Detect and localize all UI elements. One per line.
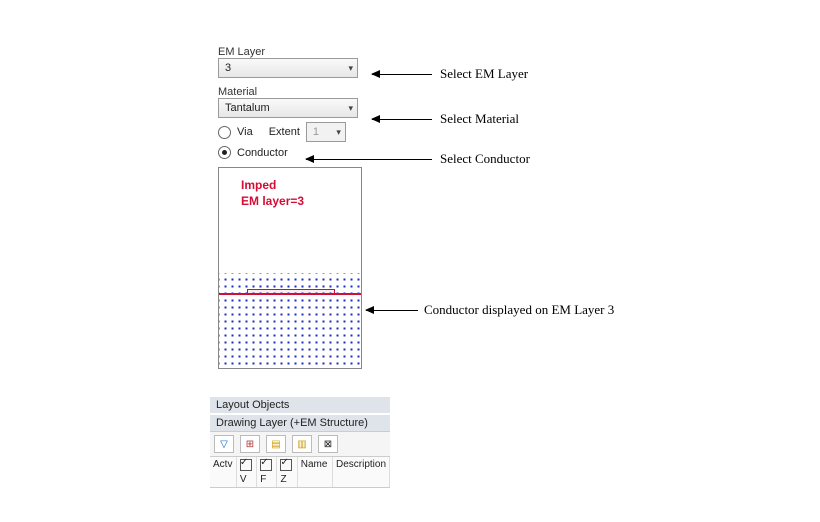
drawing-layer-header: Drawing Layer (+EM Structure): [210, 415, 390, 431]
em-layer-value: 3: [225, 62, 231, 74]
col-actv: Actv: [210, 457, 237, 487]
annotation-em-layer: Select EM Layer: [440, 66, 528, 82]
col-v: V: [237, 457, 257, 487]
col-z: Z: [277, 457, 297, 487]
em-settings-panel: EM Layer 3 ▾ Material Tantalum ▾ Via Ext…: [218, 40, 388, 369]
toolbar-btn-5[interactable]: ⊠: [318, 435, 338, 453]
via-radio[interactable]: [218, 126, 231, 139]
chevron-down-icon: ▾: [348, 103, 353, 114]
filter-icon[interactable]: ▽: [214, 435, 234, 453]
extent-label: Extent: [269, 126, 300, 138]
col-name: Name: [298, 457, 333, 487]
toolbar-btn-3[interactable]: ▤: [266, 435, 286, 453]
col-f: F: [257, 457, 277, 487]
layout-objects-header: Layout Objects: [210, 397, 390, 413]
conductor-label: Conductor: [237, 147, 288, 159]
material-label: Material: [218, 86, 388, 98]
layout-toolbar: ▽ ⊞ ▤ ▥ ⊠: [210, 431, 390, 457]
extent-dropdown[interactable]: 1 ▾: [306, 122, 346, 142]
arrow-em-layer: [372, 74, 432, 75]
canvas-text-imped: Imped: [241, 178, 276, 192]
material-value: Tantalum: [225, 102, 270, 114]
layout-objects-panel: Layout Objects Drawing Layer (+EM Struct…: [210, 395, 390, 488]
chevron-down-icon: ▾: [336, 127, 341, 138]
chevron-down-icon: ▾: [348, 63, 353, 74]
via-label: Via: [237, 126, 253, 138]
canvas-text-emlayer: EM layer=3: [241, 194, 304, 208]
toolbar-btn-2[interactable]: ⊞: [240, 435, 260, 453]
annotation-conductor: Select Conductor: [440, 151, 530, 167]
conductor-shape: [247, 289, 335, 295]
arrow-conductor: [306, 159, 432, 160]
extent-value: 1: [313, 126, 319, 138]
arrow-material: [372, 119, 432, 120]
annotation-canvas-conductor: Conductor displayed on EM Layer 3: [424, 302, 614, 318]
em-layer-label: EM Layer: [218, 46, 388, 58]
arrow-canvas-conductor: [366, 310, 418, 311]
em-layer-dropdown[interactable]: 3 ▾: [218, 58, 358, 78]
col-description: Description: [333, 457, 390, 487]
toolbar-btn-4[interactable]: ▥: [292, 435, 312, 453]
conductor-radio[interactable]: [218, 146, 231, 159]
preview-canvas: Imped EM layer=3: [218, 167, 362, 369]
material-dropdown[interactable]: Tantalum ▾: [218, 98, 358, 118]
table-header: Actv V F Z Name Description: [210, 457, 390, 488]
annotation-material: Select Material: [440, 111, 519, 127]
substrate-grid: [219, 273, 361, 368]
